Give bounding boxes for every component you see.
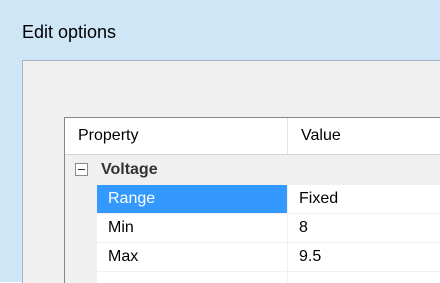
- grid-empty-area: [65, 272, 440, 283]
- property-value: Fixed: [299, 190, 339, 207]
- property-name: Max: [108, 248, 139, 265]
- row-gutter: [65, 214, 97, 243]
- property-name-cell[interactable]: Min: [97, 214, 287, 243]
- property-grid: Property Value Voltage Range Fixed Min 8…: [64, 117, 440, 283]
- category-label: Voltage: [101, 161, 158, 178]
- property-row-min[interactable]: Min 8: [65, 214, 440, 243]
- property-name-cell[interactable]: Range: [97, 185, 287, 214]
- row-gutter: [65, 185, 97, 214]
- property-value: 8: [299, 219, 308, 236]
- property-name: Min: [108, 219, 134, 236]
- row-gutter: [65, 243, 97, 272]
- header-property[interactable]: Property: [65, 118, 287, 154]
- property-row-range[interactable]: Range Fixed: [65, 185, 440, 214]
- grid-header: Property Value: [65, 118, 440, 155]
- row-gutter: [65, 272, 97, 283]
- property-value-cell[interactable]: Fixed: [288, 185, 440, 214]
- category-voltage[interactable]: Voltage: [65, 155, 440, 186]
- property-name: Range: [108, 190, 156, 207]
- dialog-title: Edit options: [22, 22, 117, 42]
- header-value[interactable]: Value: [288, 118, 440, 154]
- property-name-cell[interactable]: Max: [97, 243, 287, 272]
- edit-options-dialog: Edit options Property Value Voltage Rang…: [0, 0, 440, 283]
- collapse-minus-icon[interactable]: [75, 163, 88, 176]
- property-row-max[interactable]: Max 9.5: [65, 243, 440, 272]
- column-separator: [287, 272, 288, 283]
- property-value-cell[interactable]: 9.5: [288, 243, 440, 272]
- property-value-cell[interactable]: 8: [288, 214, 440, 243]
- property-value: 9.5: [299, 248, 322, 265]
